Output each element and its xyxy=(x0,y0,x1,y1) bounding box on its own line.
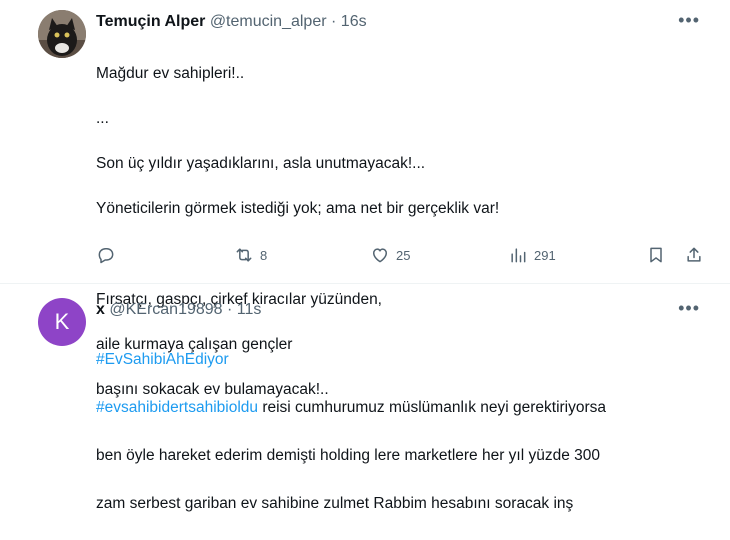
tweet-line: ben öyle hareket ederim demişti holding … xyxy=(96,447,601,464)
handle[interactable]: @temucin_alper xyxy=(210,13,327,30)
more-options-icon[interactable]: ••• xyxy=(678,298,700,319)
action-bar: 8 25 291 xyxy=(96,245,706,269)
tweet-line: Son üç yıldır yaşadıklarını, asla unutma… xyxy=(96,154,426,172)
retweet-icon xyxy=(236,248,252,262)
reply-icon xyxy=(98,248,114,264)
handle[interactable]: @KErcan19898 xyxy=(109,301,222,318)
bookmark-button[interactable] xyxy=(646,245,666,265)
retweet-count: 8 xyxy=(260,247,268,263)
hashtag-link[interactable]: #evsahibidertsahibioldu xyxy=(96,399,258,416)
display-name[interactable]: x xyxy=(96,301,105,318)
tweet-line: Yöneticilerin görmek istediği yok; ama n… xyxy=(96,200,500,218)
tweet-line: Mağdur ev sahipleri!.. xyxy=(96,64,245,82)
views-chart-icon xyxy=(511,248,526,263)
share-icon xyxy=(687,247,701,262)
share-button[interactable] xyxy=(684,245,704,265)
tweet-header: Temuçin Alper @temucin_alper · 16s xyxy=(96,12,367,32)
like-button[interactable]: 25 xyxy=(370,245,410,265)
separator: · xyxy=(227,301,233,318)
tweet-line: ... xyxy=(96,109,109,127)
avatar[interactable]: K xyxy=(38,298,86,346)
tweet-card[interactable]: Temuçin Alper @temucin_alper · 16s ••• M… xyxy=(0,0,730,398)
retweet-button[interactable]: 8 xyxy=(234,245,267,265)
heart-icon xyxy=(373,248,387,263)
tweet-card[interactable]: K x @KErcan19898 · 11s ••• #EvSahibiAhEd… xyxy=(0,284,730,512)
reply-button[interactable] xyxy=(96,245,122,265)
tweet-header: x @KErcan19898 · 11s xyxy=(96,300,261,320)
tweet-line: reisi cumhurumuz müslümanlık neyi gerekt… xyxy=(258,399,607,416)
separator: · xyxy=(331,13,337,30)
tweet-line: zam serbest gariban ev sahibine zulmet R… xyxy=(96,495,574,512)
timestamp[interactable]: 11s xyxy=(237,301,262,318)
hashtag-link[interactable]: #EvSahibiAhEdiyor xyxy=(96,351,229,368)
timestamp[interactable]: 16s xyxy=(341,13,367,30)
more-options-icon[interactable]: ••• xyxy=(678,10,700,31)
avatar[interactable] xyxy=(38,10,86,58)
like-count: 25 xyxy=(396,247,411,263)
bookmark-icon xyxy=(650,247,662,263)
tweet-text: #EvSahibiAhEdiyor #evsahibidertsahibiold… xyxy=(96,324,696,540)
views-count: 291 xyxy=(534,247,556,263)
views-button[interactable]: 291 xyxy=(508,245,556,265)
cat-photo-icon xyxy=(38,10,86,58)
display-name[interactable]: Temuçin Alper xyxy=(96,13,205,30)
